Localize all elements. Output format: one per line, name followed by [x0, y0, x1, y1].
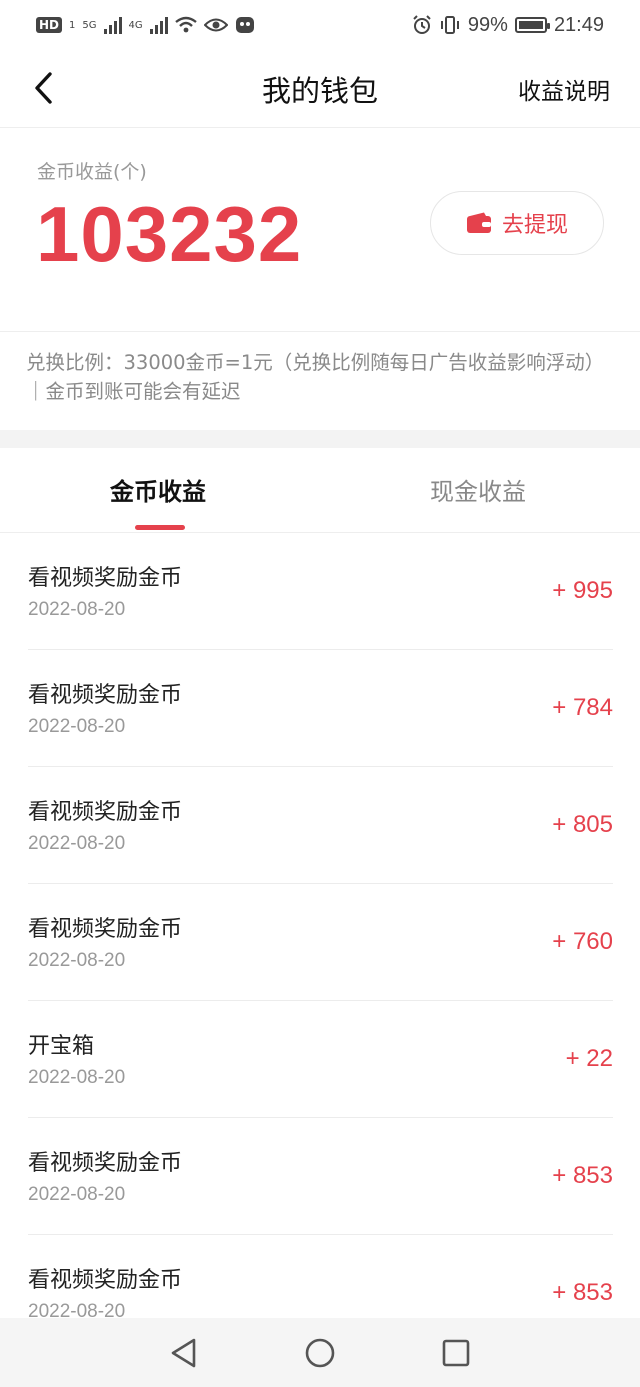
- status-right: 99% 21:49: [412, 14, 604, 37]
- top-navigation-bar: 我的钱包 收益说明: [0, 50, 640, 128]
- list-item: 看视频奖励金币 2022-08-20 + 805: [28, 767, 613, 884]
- app-notification-icon: [235, 17, 254, 33]
- record-amount: + 805: [552, 811, 613, 838]
- tab-coin-earnings[interactable]: 金币收益: [110, 472, 206, 507]
- earnings-tabs: 金币收益 现金收益: [0, 448, 640, 533]
- record-title: 看视频奖励金币: [28, 566, 183, 591]
- withdraw-label: 去提现: [501, 213, 568, 238]
- withdraw-button[interactable]: 去提现: [430, 191, 604, 255]
- network-4g-label: 4G: [128, 19, 143, 31]
- nav-back-icon: [171, 1338, 196, 1367]
- earnings-explanation-link[interactable]: 收益说明: [518, 72, 610, 106]
- record-amount: + 995: [552, 577, 613, 604]
- battery-icon: [514, 17, 550, 33]
- battery-percent: 99%: [467, 13, 508, 36]
- record-date: 2022-08-20: [28, 599, 126, 620]
- system-navigation-bar: [0, 1318, 640, 1387]
- record-amount: + 784: [552, 694, 613, 721]
- record-amount: + 853: [552, 1162, 613, 1189]
- nav-recents-icon: [442, 1339, 470, 1366]
- signal-5g-icon: [103, 16, 122, 34]
- record-date: 2022-08-20: [28, 716, 126, 737]
- nav-home-icon: [305, 1338, 335, 1367]
- record-title: 看视频奖励金币: [28, 800, 183, 825]
- record-date: 2022-08-20: [28, 950, 126, 971]
- status-left: HD 1 5G 4G: [36, 15, 255, 35]
- hd-badge: HD: [36, 17, 63, 33]
- record-title: 看视频奖励金币: [28, 1268, 183, 1293]
- list-item: 开宝箱 2022-08-20 + 22: [28, 1001, 613, 1118]
- eye-icon: [203, 18, 228, 32]
- coin-balance-value: 103232: [36, 190, 303, 278]
- vibrate-icon: [440, 16, 459, 34]
- list-item: 看视频奖励金币 2022-08-20 + 760: [28, 884, 613, 1001]
- record-title: 看视频奖励金币: [28, 1151, 183, 1176]
- record-title: 看视频奖励金币: [28, 917, 183, 942]
- record-title: 看视频奖励金币: [28, 683, 183, 708]
- record-date: 2022-08-20: [28, 833, 126, 854]
- list-item: 看视频奖励金币 2022-08-20 + 784: [28, 650, 613, 767]
- coin-balance-label: 金币收益(个): [37, 161, 147, 183]
- tab-cash-earnings[interactable]: 现金收益: [430, 472, 526, 507]
- list-item: 看视频奖励金币 2022-08-20 + 995: [28, 533, 613, 650]
- nav-home-button[interactable]: [302, 1335, 338, 1371]
- record-date: 2022-08-20: [28, 1067, 126, 1088]
- record-amount: + 22: [565, 1045, 613, 1072]
- clock-time: 21:49: [553, 13, 604, 36]
- record-amount: + 853: [552, 1279, 613, 1306]
- record-title: 开宝箱: [28, 1034, 95, 1059]
- network-5g-label: 5G: [82, 19, 97, 31]
- wallet-icon: [466, 212, 491, 233]
- earnings-record-list[interactable]: 看视频奖励金币 2022-08-20 + 995 看视频奖励金币 2022-08…: [28, 533, 613, 1352]
- sim-indicator: 1: [69, 19, 76, 31]
- record-amount: + 760: [552, 928, 613, 955]
- wifi-icon: [174, 16, 197, 33]
- list-item: 看视频奖励金币 2022-08-20 + 853: [28, 1118, 613, 1235]
- status-bar: HD 1 5G 4G 99% 21:49: [0, 0, 640, 50]
- signal-4g-icon: [149, 16, 168, 34]
- record-date: 2022-08-20: [28, 1184, 126, 1205]
- exchange-rate-notice: 兑换比例：33000金币=1元（兑换比例随每日广告收益影响浮动）｜金币到账可能会…: [26, 351, 605, 403]
- nav-back-button[interactable]: [166, 1335, 202, 1371]
- section-divider: [0, 430, 640, 448]
- nav-recents-button[interactable]: [438, 1335, 474, 1371]
- alarm-icon: [413, 15, 431, 34]
- active-tab-indicator: [135, 525, 185, 530]
- coin-balance-section: 金币收益(个) 103232 去提现: [0, 129, 640, 332]
